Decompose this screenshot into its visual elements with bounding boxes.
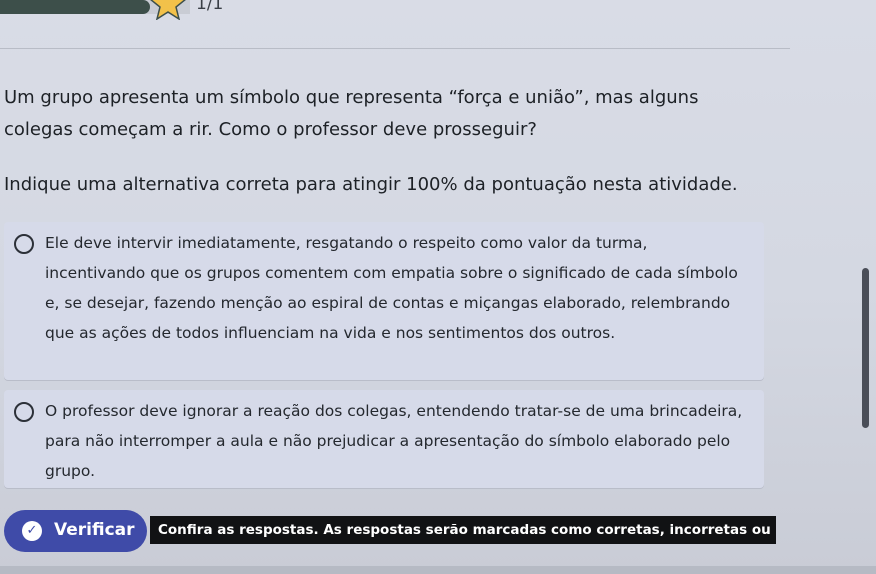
verify-button[interactable]: ✓ Verificar <box>4 510 147 552</box>
answer-option-2[interactable]: O professor deve ignorar a reação dos co… <box>4 390 764 488</box>
question-text: Um grupo apresenta um símbolo que repres… <box>4 87 699 140</box>
answer-option-1[interactable]: Ele deve intervir imediatamente, resgata… <box>4 222 764 380</box>
answer-option-text: Ele deve intervir imediatamente, resgata… <box>45 234 738 342</box>
divider <box>0 48 790 49</box>
check-icon: ✓ <box>22 521 42 541</box>
radio-button-1[interactable] <box>14 234 34 254</box>
star-icon <box>150 0 186 20</box>
feedback-message: Confira as respostas. As respostas serão… <box>150 516 776 544</box>
question-counter: 1/1 <box>196 0 224 14</box>
bottom-bar <box>0 566 876 574</box>
scrollbar[interactable] <box>862 268 869 428</box>
instruction-text: Indique uma alternativa correta para ati… <box>4 174 738 195</box>
verify-label: Verificar <box>54 520 135 540</box>
radio-button-2[interactable] <box>14 402 34 422</box>
progress-fill <box>0 0 150 14</box>
answer-option-text: O professor deve ignorar a reação dos co… <box>45 402 743 480</box>
